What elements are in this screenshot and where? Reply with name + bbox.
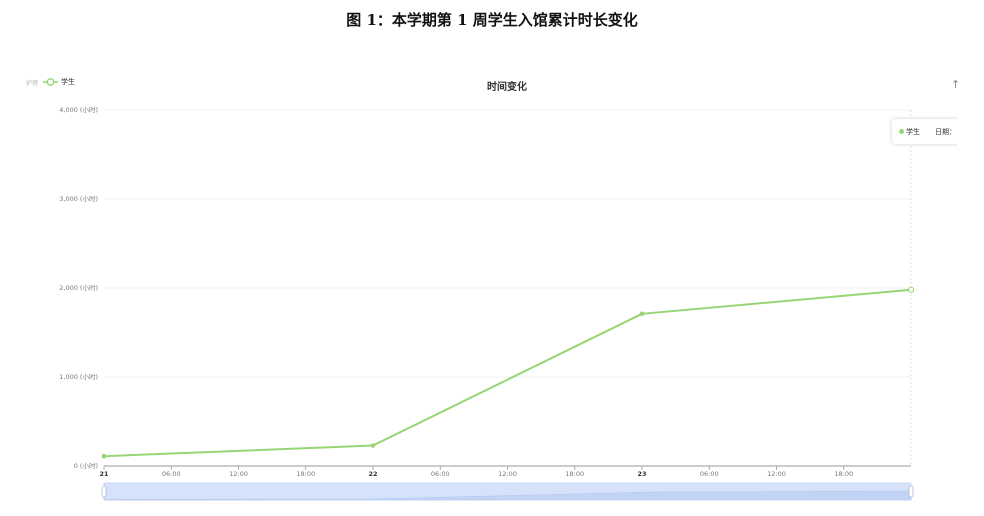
y-tick-label: 1,000 (小时) <box>59 372 98 381</box>
arrow-up-icon[interactable]: ↑ <box>951 78 960 91</box>
chart-title: 时间变化 <box>487 82 527 93</box>
y-tick-label: 2,000 (小时) <box>59 283 98 292</box>
x-tick-label: 06:00 <box>431 470 450 478</box>
data-point[interactable] <box>101 453 107 459</box>
data-point[interactable] <box>907 286 915 293</box>
tooltip-clip <box>957 110 984 160</box>
y-axis-ticks: 0 (小时) 1,000 (小时) 2,000 (小时) 3,000 (小时) 4,00… <box>59 105 98 470</box>
series-points <box>101 286 915 459</box>
zoom-slider <box>101 482 914 501</box>
x-tick-label: 12:00 <box>767 470 786 478</box>
x-tick-label: 18:00 <box>565 470 584 478</box>
x-axis-ticks: 21 06:00 12:00 18:00 22 06:00 12:00 18:00 23 06:0… <box>99 466 853 478</box>
slider-handle-left[interactable] <box>101 485 107 498</box>
series-lines <box>103 288 912 458</box>
slider-handle-right[interactable] <box>908 485 914 498</box>
x-tick-label: 23 <box>637 470 646 478</box>
y-tick-label: 4,000 (小时) <box>59 105 98 114</box>
data-point[interactable] <box>370 443 376 448</box>
x-tick-label: 06:00 <box>700 470 719 478</box>
grid-lines <box>104 109 911 378</box>
y-tick-label: 0 (小时) <box>74 461 98 470</box>
x-tick-label: 12:00 <box>229 470 248 478</box>
y-tick-label: 3,000 (小时) <box>59 194 98 203</box>
x-tick-label: 12:00 <box>498 470 517 478</box>
tooltip-date-label: 日期： <box>935 128 956 136</box>
x-tick-label: 22 <box>368 470 377 478</box>
series-line <box>103 288 912 458</box>
data-point[interactable] <box>639 311 645 317</box>
x-tick-label: 18:00 <box>296 470 315 478</box>
x-tick-label: 06:00 <box>162 470 181 478</box>
tooltip-series-label: 学生 <box>906 128 920 136</box>
x-tick-label: 21 <box>99 470 109 478</box>
tooltip-series-dot <box>899 129 904 134</box>
x-tick-label: 18:00 <box>834 470 853 478</box>
